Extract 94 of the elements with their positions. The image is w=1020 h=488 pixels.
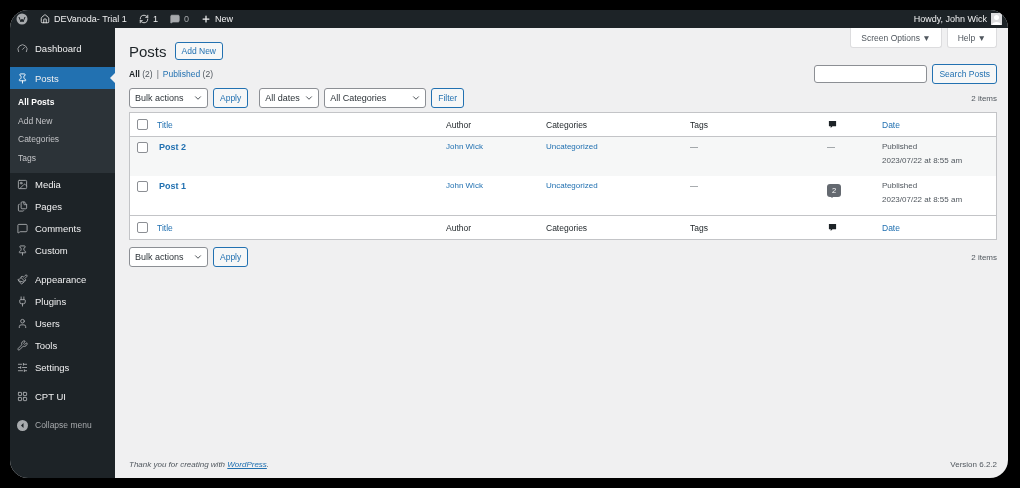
post-status: Published (882, 142, 919, 151)
search-posts-button[interactable]: Search Posts (932, 64, 997, 84)
item-count: 2 items (971, 93, 997, 103)
submenu-item[interactable]: All Posts (10, 93, 115, 112)
sidebar-item[interactable]: Settings (10, 356, 115, 378)
sidebar-item[interactable]: Comments (10, 217, 115, 239)
search-field[interactable] (814, 65, 928, 83)
sidebar-item[interactable]: Tools (10, 334, 115, 356)
paintbrush-icon (17, 273, 28, 285)
avatar-icon (991, 13, 1002, 25)
speech-bubble-icon (169, 14, 180, 24)
sidebar-item[interactable]: Custom (10, 239, 115, 261)
apply-button[interactable]: Apply (213, 88, 249, 108)
dashboard-icon (17, 42, 28, 54)
sidebar-item[interactable]: Dashboard (10, 37, 115, 59)
category-filter-dropdown[interactable]: All Categories (324, 88, 427, 108)
updates-link[interactable]: 1 (138, 14, 158, 24)
sidebar-item[interactable]: Media (10, 173, 115, 195)
refresh-icon (138, 14, 149, 24)
collapse-menu-button[interactable]: Collapse menu (10, 414, 115, 436)
chevron-down-icon (304, 93, 315, 103)
user-icon (17, 317, 28, 329)
title-column-header[interactable]: Title (157, 222, 173, 233)
sidebar-item[interactable]: Appearance (10, 268, 115, 290)
post-date: 2023/07/22 at 8:55 am (882, 156, 964, 165)
user-menu[interactable]: Howdy, John Wick (913, 13, 1002, 25)
select-all-checkbox[interactable] (137, 222, 148, 233)
author-link[interactable]: John Wick (446, 181, 483, 190)
tags-cell: — (690, 181, 698, 190)
sidebar-item[interactable]: Posts (10, 67, 115, 89)
status-filter-link[interactable]: All (2) (129, 69, 153, 79)
bulk-actions-dropdown[interactable]: Bulk actions (129, 88, 208, 108)
sidebar-item[interactable]: Pages (10, 195, 115, 217)
title-column-header[interactable]: Title (157, 119, 173, 130)
item-count: 2 items (971, 252, 997, 262)
speech-bubble-icon (828, 120, 837, 129)
comments-cell: — (827, 142, 835, 151)
version-text: Version 6.2.2 (950, 460, 997, 469)
plug-icon (17, 295, 28, 307)
screen-meta-tab[interactable]: Screen Options ▼ (850, 28, 942, 48)
bulk-actions-dropdown[interactable]: Bulk actions (129, 247, 208, 267)
chevron-down-icon (411, 93, 422, 103)
date-column-header[interactable]: Date (882, 119, 900, 130)
post-status: Published (882, 181, 919, 190)
post-title-link[interactable]: Post 2 (159, 142, 186, 152)
select-all-checkbox[interactable] (137, 119, 148, 130)
chevron-down-icon (193, 93, 203, 103)
tags-column-header: Tags (690, 222, 708, 233)
speech-bubble-icon (828, 223, 837, 232)
categories-column-header: Categories (546, 222, 588, 233)
page-title: Posts (129, 42, 167, 60)
sidebar-item[interactable]: Users (10, 312, 115, 334)
comments-link[interactable]: 0 (169, 14, 189, 24)
categories-column-header: Categories (546, 119, 588, 130)
speech-bubble-icon (17, 222, 28, 234)
post-date: 2023/07/22 at 8:55 am (882, 195, 964, 204)
separator-text: | (156, 69, 159, 79)
post-title-link[interactable]: Post 1 (159, 181, 186, 191)
plus-icon (200, 14, 211, 24)
home-icon (40, 14, 50, 24)
pin-icon (17, 244, 28, 256)
date-column-header[interactable]: Date (882, 222, 900, 233)
row-checkbox[interactable] (137, 142, 148, 153)
category-link[interactable]: Uncategorized (546, 181, 598, 190)
apply-button[interactable]: Apply (213, 247, 249, 267)
collapse-icon (17, 419, 28, 431)
tags-column-header: Tags (690, 119, 708, 130)
new-link[interactable]: New (200, 14, 233, 24)
category-link[interactable]: Uncategorized (546, 142, 598, 151)
submenu-item[interactable]: Add New (10, 111, 115, 130)
image-icon (17, 178, 28, 190)
status-filter-link[interactable]: Published (2) (162, 69, 213, 79)
pages-icon (17, 200, 28, 212)
sliders-icon (17, 361, 28, 373)
submenu-item[interactable]: Tags (10, 148, 115, 167)
row-checkbox[interactable] (137, 181, 148, 192)
author-link[interactable]: John Wick (446, 142, 483, 151)
wordpress-logo-icon[interactable] (16, 13, 28, 25)
sidebar-item[interactable]: Plugins (10, 290, 115, 312)
add-new-button[interactable]: Add New (174, 42, 223, 60)
author-column-header: Author (446, 222, 472, 233)
screen-meta-tab[interactable]: Help ▼ (946, 28, 997, 48)
author-column-header: Author (446, 119, 472, 130)
chevron-down-icon (193, 252, 203, 262)
grid-icon (17, 390, 28, 402)
tags-cell: — (690, 142, 698, 151)
footer-credit: Thank you for creating with WordPress. (129, 460, 270, 469)
submenu-item[interactable]: Categories (10, 130, 115, 149)
site-name-link[interactable]: DEVanoda- Trial 1 (40, 14, 127, 24)
pin-icon (17, 72, 28, 84)
wrench-icon (17, 339, 28, 351)
filter-button[interactable]: Filter (431, 88, 465, 108)
date-filter-dropdown[interactable]: All dates (259, 88, 320, 108)
sidebar-item[interactable]: CPT UI (10, 385, 115, 407)
